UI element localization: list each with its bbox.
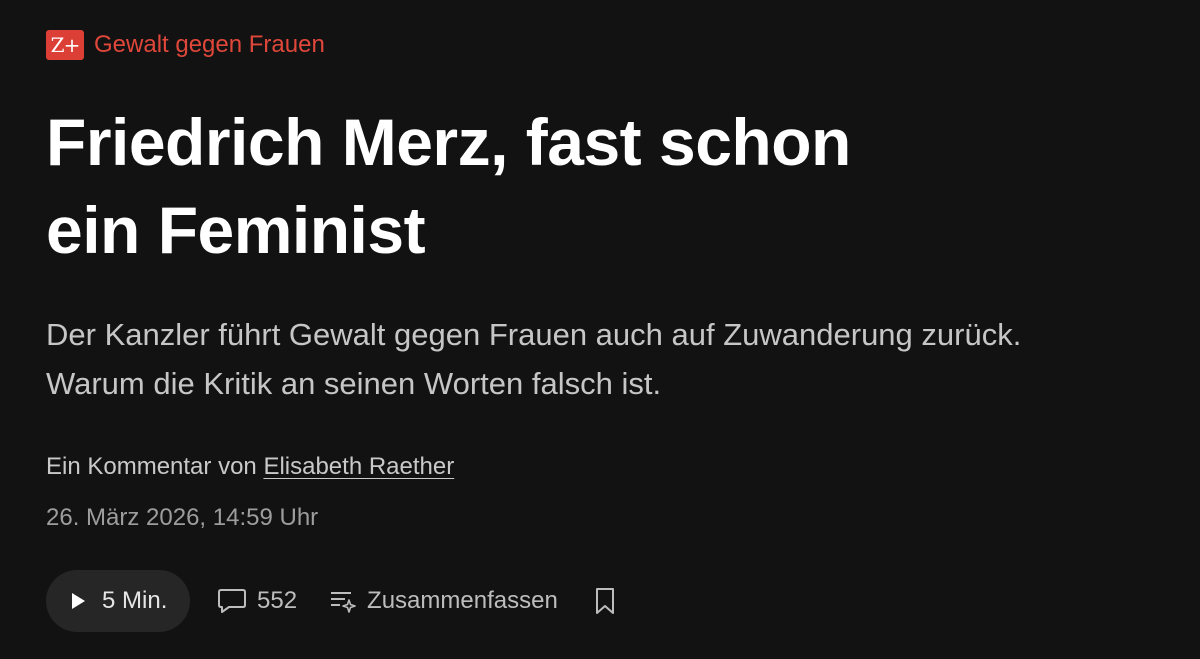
headline-line: Friedrich Merz, fast schon [46,105,851,179]
article-headline: Friedrich Merz, fast schon ein Feminist [46,98,1046,274]
article-lead: Der Kanzler führt Gewalt gegen Frauen au… [46,310,1196,408]
summarize-button[interactable]: Zusammenfassen [329,587,558,615]
kicker[interactable]: Z+ Gewalt gegen Frauen [46,30,325,60]
comment-count: 552 [257,587,298,614]
comments-button[interactable]: 552 [217,587,297,615]
headline-line: ein Feminist [46,193,426,267]
article-header: Z+ Gewalt gegen Frauen Friedrich Merz, f… [46,0,1200,659]
summarize-label: Zusammenfassen [367,587,558,614]
lead-line: Warum die Kritik an seinen Worten falsch… [46,366,662,401]
bookmark-button[interactable] [594,587,616,615]
zplus-badge: Z+ [46,30,84,60]
sparkle-list-icon [329,588,357,614]
byline-prefix: Ein Kommentar von [46,453,264,480]
author-link[interactable]: Elisabeth Raether [263,453,454,480]
lead-line: Der Kanzler führt Gewalt gegen Frauen au… [46,317,1022,352]
byline: Ein Kommentar von Elisabeth Raether [46,452,454,482]
article-actions: 5 Min. 552 Zusammenfassen [46,570,616,632]
read-time-label: 5 Min. [102,587,168,614]
bookmark-icon [594,587,616,615]
kicker-label[interactable]: Gewalt gegen Frauen [94,30,325,60]
audio-play-button[interactable]: 5 Min. [46,570,190,632]
publish-date: 26. März 2026, 14:59 Uhr [46,504,319,531]
speech-bubble-icon [217,587,247,615]
play-icon [68,591,88,611]
